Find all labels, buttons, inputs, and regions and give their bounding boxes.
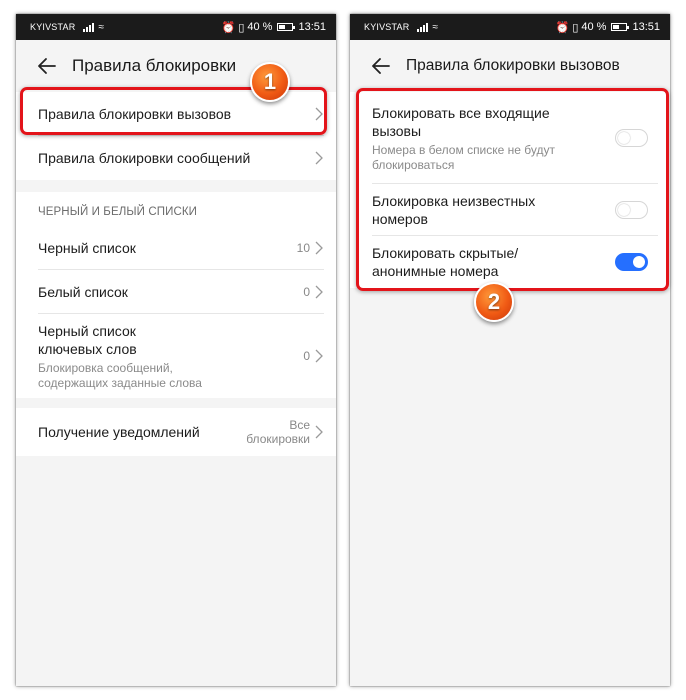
battery-icon xyxy=(611,23,630,31)
page-title: Правила блокировки xyxy=(72,56,237,75)
battery-percent: 40 % xyxy=(581,21,607,33)
battery-icon xyxy=(277,23,296,31)
app-bar: Правила блокировки вызовов xyxy=(350,40,670,92)
carrier-label: KYIVSTAR xyxy=(30,22,76,32)
item-label: Белый список xyxy=(38,284,128,300)
status-time: 13:51 xyxy=(298,21,326,33)
chevron-right-icon xyxy=(314,285,324,299)
blacklist-count: 10 xyxy=(296,241,310,255)
status-bar: KYIVSTAR ≈ ⏰ ▯ 40 % 13:51 xyxy=(16,14,336,40)
blacklist-item[interactable]: Черный список 10 xyxy=(16,226,336,270)
value-line1: Все xyxy=(289,418,310,432)
step-badge-2: 2 xyxy=(474,282,514,322)
item-label-line1: Черный список xyxy=(38,322,136,339)
signal-icon xyxy=(417,22,429,32)
item-label: Получение уведомлений xyxy=(38,424,200,440)
value-line2: блокировки xyxy=(246,432,310,446)
section-header: ЧЕРНЫЙ И БЕЛЫЙ СПИСКИ xyxy=(38,206,198,218)
alarm-icon: ⏰ xyxy=(221,21,236,34)
item-label: Черный список xyxy=(38,240,136,256)
notifications-item[interactable]: Получение уведомлений Все блокировки xyxy=(16,408,336,456)
wifi-icon: ≈ xyxy=(98,21,104,33)
message-blocking-rules-item[interactable]: Правила блокировки сообщений xyxy=(16,136,336,180)
back-arrow-icon[interactable] xyxy=(370,55,392,77)
notifications-value: Все блокировки xyxy=(246,418,310,446)
lists-card: ЧЕРНЫЙ И БЕЛЫЙ СПИСКИ Черный список 10 Б… xyxy=(16,192,336,398)
status-time: 13:51 xyxy=(632,21,660,33)
item-sub-line2: содержащих заданные слова xyxy=(38,375,202,390)
item-label-line2: ключевых слов xyxy=(38,340,137,357)
keyword-blacklist-item[interactable]: Черный список ключевых слов Блокировка с… xyxy=(16,314,336,398)
vibrate-icon: ▯ xyxy=(572,21,579,34)
wifi-icon: ≈ xyxy=(432,21,438,33)
item-label: Правила блокировки сообщений xyxy=(38,150,251,166)
alarm-icon: ⏰ xyxy=(555,21,570,34)
notifications-card: Получение уведомлений Все блокировки xyxy=(16,408,336,456)
chevron-right-icon xyxy=(314,425,324,439)
battery-percent: 40 % xyxy=(247,21,273,33)
status-bar: KYIVSTAR ≈ ⏰ ▯ 40 % 13:51 xyxy=(350,14,670,40)
keyword-count: 0 xyxy=(303,349,310,363)
chevron-right-icon xyxy=(314,151,324,165)
chevron-right-icon xyxy=(314,241,324,255)
page-title: Правила блокировки вызовов xyxy=(406,57,620,74)
whitelist-count: 0 xyxy=(303,285,310,299)
back-arrow-icon[interactable] xyxy=(36,55,58,77)
signal-icon xyxy=(83,22,95,32)
item-sub-line1: Блокировка сообщений, xyxy=(38,360,173,375)
highlight-frame-2 xyxy=(356,88,669,291)
step-badge-1: 1 xyxy=(250,62,290,102)
vibrate-icon: ▯ xyxy=(238,21,245,34)
carrier-label: KYIVSTAR xyxy=(364,22,410,32)
whitelist-item[interactable]: Белый список 0 xyxy=(16,270,336,314)
chevron-right-icon xyxy=(314,349,324,363)
